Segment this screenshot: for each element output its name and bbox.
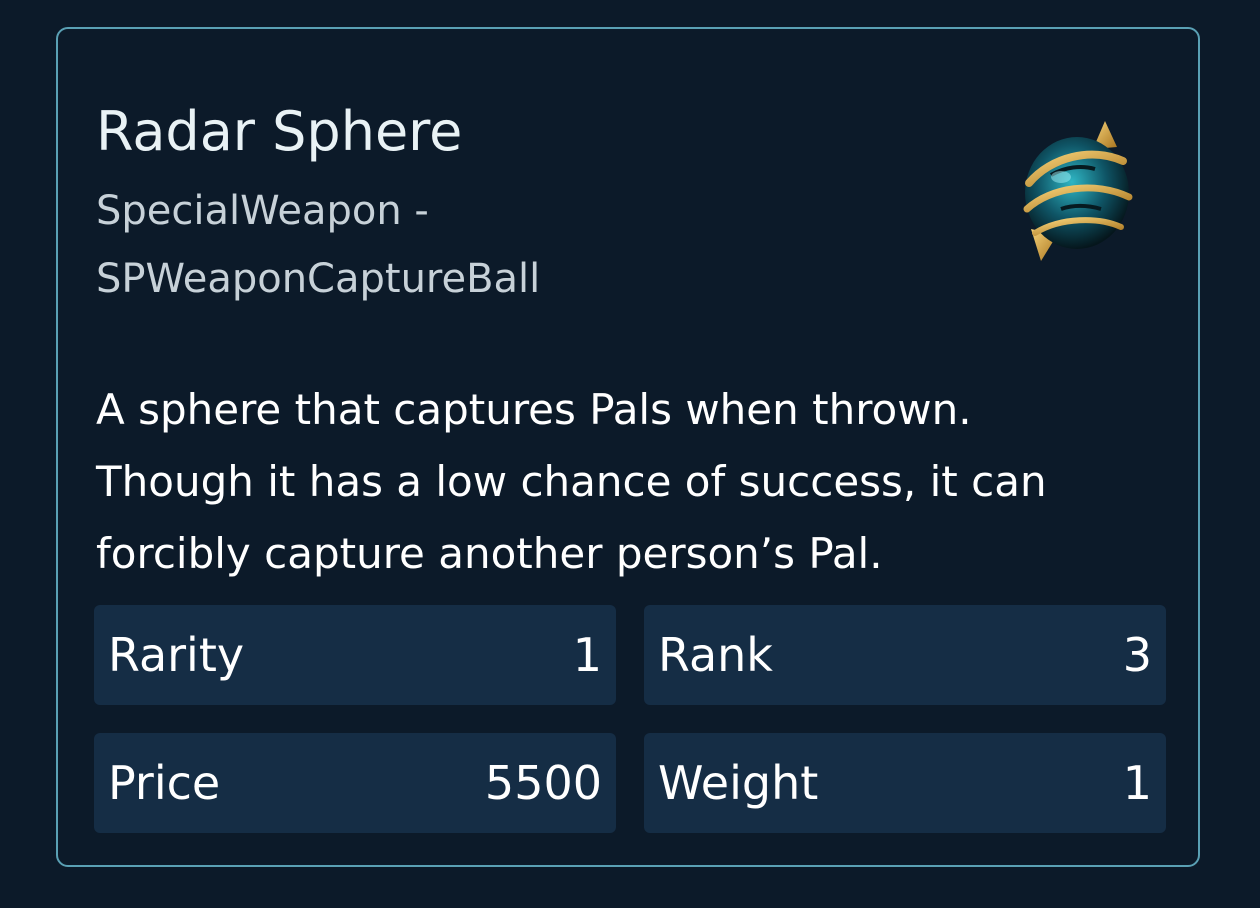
item-description-line: A sphere that captures Pals when thrown. bbox=[96, 385, 972, 434]
stat-rarity: Rarity 1 bbox=[94, 605, 616, 705]
stat-value: 5500 bbox=[484, 756, 602, 810]
stat-value: 1 bbox=[1122, 756, 1152, 810]
stat-value: 1 bbox=[572, 628, 602, 682]
stat-label: Rarity bbox=[108, 628, 245, 682]
stat-label: Rank bbox=[658, 628, 773, 682]
stat-label: Price bbox=[108, 756, 221, 810]
stat-value: 3 bbox=[1122, 628, 1152, 682]
stat-weight: Weight 1 bbox=[644, 733, 1166, 833]
item-category-line: SPWeaponCaptureBall bbox=[96, 256, 541, 302]
stat-price: Price 5500 bbox=[94, 733, 616, 833]
stat-rank: Rank 3 bbox=[644, 605, 1166, 705]
item-description-line: Though it has a low chance of success, i… bbox=[96, 457, 1047, 506]
capture-sphere-icon bbox=[1021, 117, 1137, 263]
item-category: SpecialWeapon - SPWeaponCaptureBall bbox=[96, 177, 696, 313]
item-description-line: forcibly capture another person’s Pal. bbox=[96, 529, 883, 578]
item-description: A sphere that captures Pals when thrown.… bbox=[96, 374, 1176, 590]
item-card: Radar Sphere SpecialWeapon - SPWeaponCap… bbox=[56, 27, 1200, 867]
item-name: Radar Sphere bbox=[96, 100, 463, 163]
stat-label: Weight bbox=[658, 756, 819, 810]
item-category-line: SpecialWeapon - bbox=[96, 188, 429, 234]
